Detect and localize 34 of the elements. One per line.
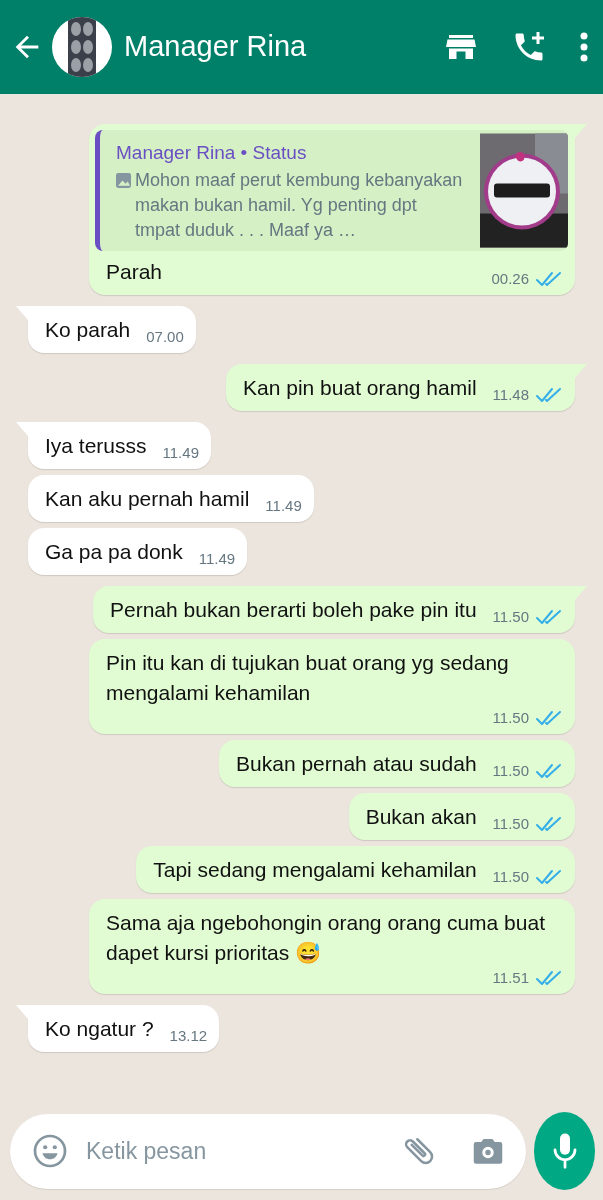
message-time: 11.49 [198,549,236,569]
quote-text: Mohon maaf perut kembung kebanyakan makan bukan hamil. Yg penting dpt tmpat duduk . . . Maaf ya … [135,169,464,242]
message-input[interactable]: Ketik pesan [84,1132,384,1170]
message-time: 07.00 [146,327,184,347]
message-time: 11.48 [492,385,529,405]
more-options-icon[interactable] [579,31,589,63]
message-time: 11.51 [492,968,529,988]
message-time: 11.49 [265,496,302,516]
message-text: Pernah bukan berarti boleh pake pin itu [109,597,477,623]
message-text: Ko parah [45,317,131,343]
emoji-icon[interactable] [32,1133,68,1169]
message-text: Ko ngatur ? [45,1016,154,1042]
message-text: Tapi sedang mengalami kehamilan [153,857,477,883]
message-time: 11.50 [492,867,529,887]
message-time: 13.12 [169,1026,208,1046]
image-icon [116,173,131,188]
message-text: Bukan pernah atau sudah [236,751,477,777]
message-text: Parah [106,259,163,285]
message-time: 11.50 [492,761,529,781]
message-text: Kan aku pernah hamil [45,486,250,512]
message-time: 11.49 [162,443,199,463]
message-text: Bukan akan [365,804,477,830]
message-time: 11.50 [492,708,529,728]
message-text: Iya terusss [45,433,147,459]
message-time: 00.26 [491,269,529,289]
message-text: Ga pa pa donk [45,539,183,565]
contact-name[interactable]: Manager Rina [124,25,435,69]
message-text: Sama aja ngebohongin orang orang cuma buat dapet kursi prioritas 😅 [106,910,546,966]
message-text: Kan pin buat orang hamil [243,375,477,401]
quote-author: Manager Rina • Status [116,141,308,165]
message-time: 11.50 [492,607,529,627]
message-time: 11.50 [492,814,529,834]
message-text: Pin itu kan di tujukan buat orang yg sedang mengalami kehamilan [106,650,510,706]
message-field[interactable]: Ketik pesan [10,1113,526,1189]
